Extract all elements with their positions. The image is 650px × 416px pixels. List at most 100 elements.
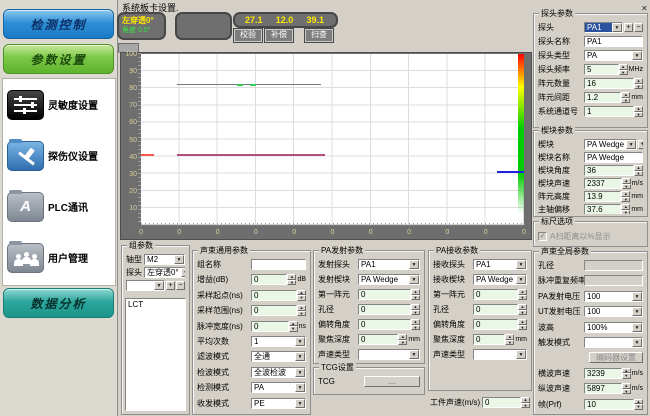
rectify-mode-dropdown-arrow-icon[interactable]: ▼ [295, 368, 305, 377]
probe-select-combo[interactable]: PA1▼ [584, 22, 623, 33]
element-count-spin-buttons-icon[interactable]: ▲▼ [634, 78, 643, 89]
sidebar-item-user-management[interactable]: 用户管理 [3, 232, 115, 283]
tx-deflection-angle-spinner[interactable]: 0▲▼ [358, 319, 420, 330]
rx-focus-depth-spinner[interactable]: 0▲▼ [473, 334, 514, 345]
wedge-name-field[interactable]: PA Wedge [584, 152, 643, 163]
parameter-settings-button[interactable]: 参数设置 [3, 44, 114, 74]
shear-wave-velocity-spin-buttons-icon[interactable]: ▲▼ [622, 368, 631, 379]
pulse-width-spinner[interactable]: 0▲▼ [251, 321, 298, 332]
system-channel-spinner[interactable]: 1▲▼ [584, 106, 643, 117]
ut-transmit-voltage-dropdown-arrow-icon[interactable]: ▼ [632, 307, 642, 316]
wedge-select-add-button[interactable]: + [638, 140, 643, 149]
element-height-spinner[interactable]: 13.9▲▼ [584, 191, 630, 202]
shear-wave-velocity-spinner[interactable]: 3239▲▼ [584, 368, 631, 379]
tx-probe-combo[interactable]: PA1▼ [358, 259, 420, 270]
longitudinal-wave-velocity-spinner[interactable]: 5897▲▼ [584, 383, 631, 394]
sidebar-item-plc-communication[interactable]: A PLC通讯 [3, 181, 115, 232]
detection-control-button[interactable]: 检测控制 [3, 9, 114, 39]
group-name-field[interactable] [251, 259, 306, 270]
rx-probe-combo[interactable]: PA1▼ [473, 259, 527, 270]
element-count-spinner[interactable]: 16▲▼ [584, 78, 643, 89]
probe-frequency-spinner[interactable]: 5▲▼ [584, 64, 628, 75]
group-item-remove-button[interactable]: − [176, 281, 185, 290]
rx-focus-depth-spin-buttons-icon[interactable]: ▲▼ [505, 334, 514, 345]
prf-frames-spin-buttons-icon[interactable]: ▲▼ [634, 399, 643, 410]
txrx-mode-dropdown-arrow-icon[interactable]: ▼ [295, 399, 305, 408]
calibrate-button[interactable]: 校验 [234, 29, 262, 42]
global-aperture-field[interactable] [584, 260, 643, 271]
rx-probe-dropdown-arrow-icon[interactable]: ▼ [516, 260, 526, 269]
rx-deflection-angle-spinner[interactable]: 0▲▼ [473, 319, 527, 330]
filter-mode-combo[interactable]: 全通▼ [251, 351, 306, 362]
pa-transmit-voltage-combo[interactable]: 100▼ [584, 291, 643, 302]
tx-focus-depth-spinner[interactable]: 0▲▼ [358, 334, 407, 345]
wave-height-dropdown-arrow-icon[interactable]: ▼ [632, 323, 642, 332]
rx-deflection-angle-spin-buttons-icon[interactable]: ▲▼ [518, 319, 527, 330]
probe-select-remove-button[interactable]: − [634, 23, 643, 32]
tx-wedge-dropdown-arrow-icon[interactable]: ▼ [409, 275, 419, 284]
tx-first-element-spin-buttons-icon[interactable]: ▲▼ [411, 289, 420, 300]
tx-first-element-spinner[interactable]: 0▲▼ [358, 289, 420, 300]
tx-velocity-type-combo[interactable]: ▼ [358, 349, 420, 360]
test-mode-dropdown-arrow-icon[interactable]: ▼ [295, 383, 305, 392]
group-probe-dropdown-arrow-icon[interactable]: ▼ [181, 268, 185, 277]
sample-start-spin-buttons-icon[interactable]: ▲▼ [297, 290, 306, 301]
group-item-add-button[interactable]: + [166, 281, 175, 290]
rectify-mode-combo[interactable]: 全波检波▼ [251, 367, 306, 378]
tx-aperture-spin-buttons-icon[interactable]: ▲▼ [411, 304, 420, 315]
pa-transmit-voltage-dropdown-arrow-icon[interactable]: ▼ [632, 292, 642, 301]
workpiece-velocity-spin-buttons-icon[interactable]: ▲▼ [521, 397, 530, 408]
list-item[interactable]: LCT [128, 300, 183, 309]
rx-aperture-spinner[interactable]: 0▲▼ [473, 304, 527, 315]
group-item-dropdown-arrow-icon[interactable]: ▼ [154, 281, 164, 290]
probe-select-add-button[interactable]: + [624, 23, 633, 32]
probe-select-dropdown-arrow-icon[interactable]: ▼ [612, 23, 622, 32]
axis-type-dropdown-arrow-icon[interactable]: ▼ [174, 255, 184, 264]
trigger-mode-combo[interactable]: ▼ [584, 337, 643, 348]
close-icon[interactable]: ✕ [641, 4, 648, 13]
axis-offset-spinner[interactable]: 37.6▲▼ [584, 204, 630, 214]
rx-velocity-type-combo[interactable]: ▼ [473, 349, 527, 360]
rx-velocity-type-dropdown-arrow-icon[interactable]: ▼ [516, 350, 526, 359]
rx-wedge-dropdown-arrow-icon[interactable]: ▼ [516, 275, 526, 284]
scan-button[interactable]: 扫查 [305, 29, 333, 42]
probe-type-combo[interactable]: PA▼ [584, 50, 643, 61]
axis-type-combo[interactable]: M2▼ [144, 254, 185, 265]
workpiece-velocity-spinner[interactable]: 0▲▼ [482, 397, 530, 408]
rx-wedge-combo[interactable]: PA Wedge▼ [473, 274, 527, 285]
tx-deflection-angle-spin-buttons-icon[interactable]: ▲▼ [411, 319, 420, 330]
wedge-angle-spinner[interactable]: 36▲▼ [584, 165, 643, 176]
wedge-select-combo[interactable]: PA Wedge▼ [584, 139, 637, 150]
rx-aperture-spin-buttons-icon[interactable]: ▲▼ [518, 304, 527, 315]
wedge-select-dropdown-arrow-icon[interactable]: ▼ [626, 140, 636, 149]
element-pitch-spinner[interactable]: 1.2▲▼ [584, 92, 630, 103]
element-pitch-spin-buttons-icon[interactable]: ▲▼ [621, 92, 630, 103]
average-count-dropdown-arrow-icon[interactable]: ▼ [295, 337, 305, 346]
data-analysis-button[interactable]: 数据分析 [3, 288, 114, 318]
probe-name-field[interactable]: PA1 [584, 36, 643, 47]
gain-spinner[interactable]: 0▲▼ [251, 274, 296, 285]
pulse-width-spin-buttons-icon[interactable]: ▲▼ [289, 321, 298, 332]
tx-wedge-combo[interactable]: PA Wedge▼ [358, 274, 420, 285]
wedge-angle-spin-buttons-icon[interactable]: ▲▼ [634, 165, 643, 176]
wedge-velocity-spin-buttons-icon[interactable]: ▲▼ [622, 178, 631, 189]
longitudinal-wave-velocity-spin-buttons-icon[interactable]: ▲▼ [622, 383, 631, 394]
gain-spin-buttons-icon[interactable]: ▲▼ [287, 274, 296, 285]
sample-range-spin-buttons-icon[interactable]: ▲▼ [297, 305, 306, 316]
pulse-repeat-frequency-field[interactable] [584, 275, 643, 286]
tx-aperture-spinner[interactable]: 0▲▼ [358, 304, 420, 315]
prf-frames-spinner[interactable]: 10▲▼ [584, 399, 643, 410]
ut-transmit-voltage-combo[interactable]: 100▼ [584, 306, 643, 317]
encoder-settings-button[interactable]: 编码器设置 [589, 352, 643, 363]
sidebar-item-sensitivity-settings[interactable]: 灵敏度设置 [3, 79, 115, 130]
rx-first-element-spin-buttons-icon[interactable]: ▲▼ [518, 289, 527, 300]
group-probe-combo[interactable]: 左穿透0°▼ [144, 267, 185, 278]
average-count-combo[interactable]: 1▼ [251, 336, 306, 347]
system-channel-spin-buttons-icon[interactable]: ▲▼ [634, 106, 643, 117]
tx-velocity-type-dropdown-arrow-icon[interactable]: ▼ [409, 350, 419, 359]
compensate-button[interactable]: 补偿 [265, 29, 293, 42]
filter-mode-dropdown-arrow-icon[interactable]: ▼ [295, 352, 305, 361]
tx-probe-dropdown-arrow-icon[interactable]: ▼ [409, 260, 419, 269]
wave-height-combo[interactable]: 100%▼ [584, 322, 643, 333]
group-item-combo[interactable]: ▼ [126, 280, 165, 291]
